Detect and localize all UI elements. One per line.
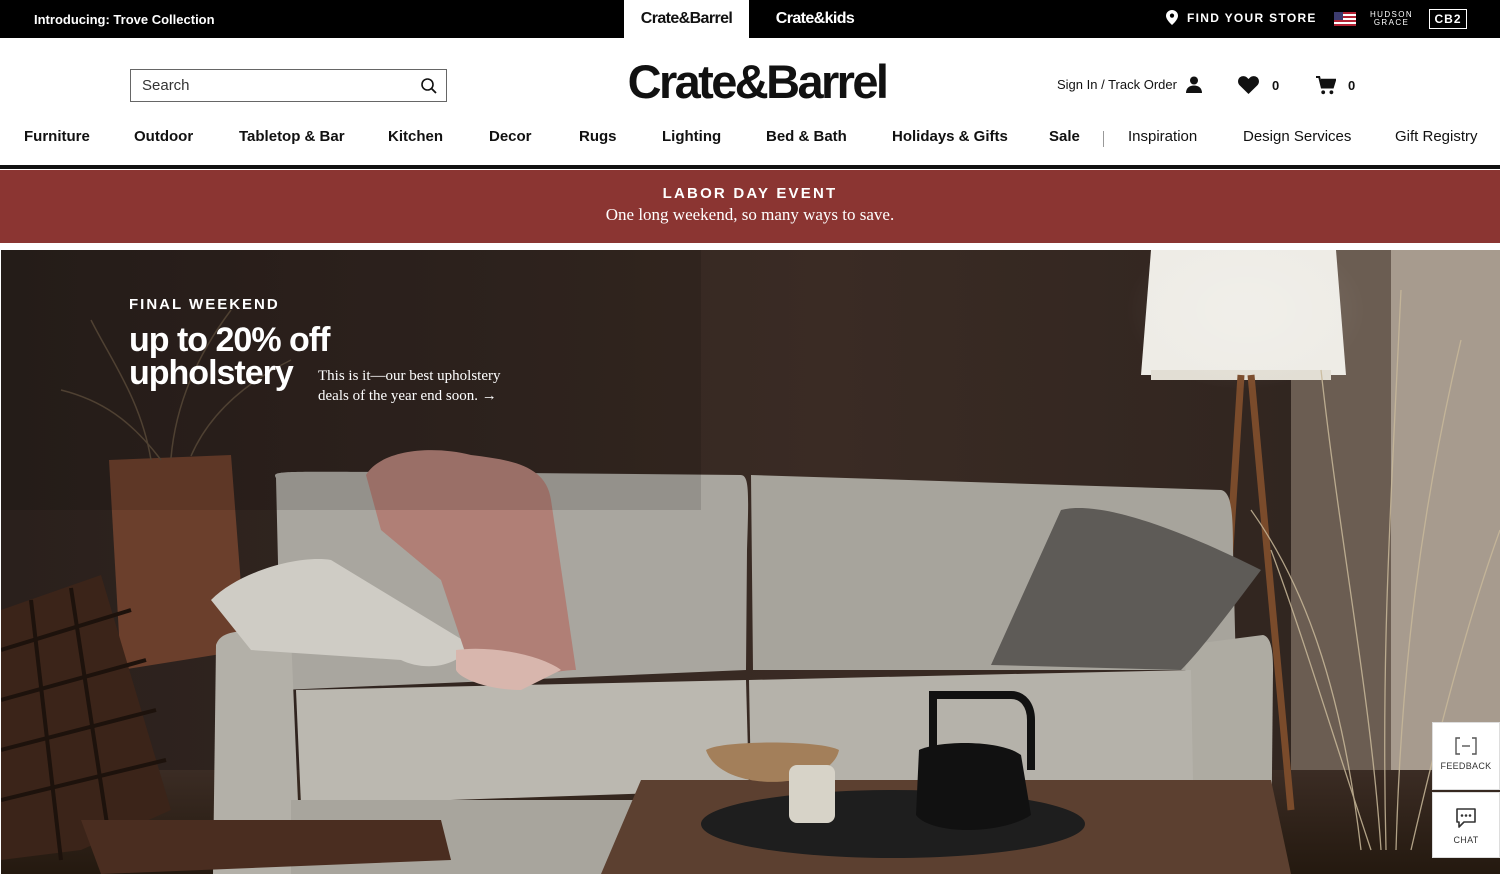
cart-link[interactable]: 0 bbox=[1316, 76, 1355, 95]
search-input[interactable] bbox=[131, 77, 411, 94]
favorites-link[interactable]: 0 bbox=[1238, 76, 1279, 94]
nav-sale[interactable]: Sale bbox=[1049, 128, 1080, 145]
cart-count: 0 bbox=[1348, 78, 1356, 93]
utility-bar: Introducing: Trove Collection Crate&Barr… bbox=[0, 0, 1500, 38]
find-store-label: FIND YOUR STORE bbox=[1187, 10, 1317, 25]
nav-tabletop-bar[interactable]: Tabletop & Bar bbox=[239, 128, 345, 145]
event-banner[interactable]: LABOR DAY EVENT One long weekend, so man… bbox=[0, 170, 1500, 243]
nav-gift-registry[interactable]: Gift Registry bbox=[1395, 128, 1478, 145]
favorites-count: 0 bbox=[1272, 77, 1280, 93]
nav-rugs[interactable]: Rugs bbox=[579, 128, 617, 145]
hero-eyebrow: FINAL WEEKEND bbox=[129, 296, 280, 313]
chat-button[interactable]: CHAT bbox=[1432, 792, 1500, 858]
nav-bed-bath[interactable]: Bed & Bath bbox=[766, 128, 847, 145]
chat-label: CHAT bbox=[1453, 835, 1479, 845]
nav-furniture[interactable]: Furniture bbox=[24, 128, 90, 145]
hudson-grace-line2: GRACE bbox=[1373, 18, 1410, 27]
nav-outdoor[interactable]: Outdoor bbox=[134, 128, 193, 145]
hero-banner[interactable]: FINAL WEEKEND up to 20% off upholstery T… bbox=[1, 250, 1500, 874]
brand-tabs: Crate&Barrel Crate&kids bbox=[624, 0, 881, 38]
sign-in-link[interactable]: Sign In / Track Order bbox=[1057, 76, 1202, 93]
site-logo[interactable]: Crate&Barrel bbox=[617, 55, 897, 109]
feedback-button[interactable]: FEEDBACK bbox=[1432, 722, 1500, 790]
location-pin-icon bbox=[1166, 10, 1178, 25]
feedback-label: FEEDBACK bbox=[1440, 761, 1492, 771]
brand-tab-crate-barrel[interactable]: Crate&Barrel bbox=[624, 0, 749, 38]
us-flag-icon[interactable] bbox=[1334, 12, 1356, 26]
heart-icon bbox=[1238, 76, 1259, 94]
nav-divider bbox=[1103, 131, 1104, 147]
cart-icon bbox=[1316, 76, 1336, 95]
event-title: LABOR DAY EVENT bbox=[662, 185, 838, 202]
nav-inspiration[interactable]: Inspiration bbox=[1128, 128, 1197, 145]
sign-in-label: Sign In / Track Order bbox=[1057, 77, 1177, 92]
nav-holidays-gifts[interactable]: Holidays & Gifts bbox=[892, 128, 1008, 145]
nav-lighting[interactable]: Lighting bbox=[662, 128, 721, 145]
chat-icon bbox=[1456, 808, 1476, 828]
hudson-grace-link[interactable]: HUDSON GRACE bbox=[1370, 11, 1413, 27]
event-subtitle: One long weekend, so many ways to save. bbox=[605, 205, 895, 224]
search-icon[interactable] bbox=[420, 77, 438, 95]
nav-kitchen[interactable]: Kitchen bbox=[388, 128, 443, 145]
promo-link[interactable]: Introducing: Trove Collection bbox=[34, 12, 215, 27]
user-icon bbox=[1185, 76, 1202, 93]
nav-decor[interactable]: Decor bbox=[489, 128, 532, 145]
search-box bbox=[130, 69, 447, 102]
nav-divider-rule bbox=[0, 165, 1500, 169]
hero-copy[interactable]: This is it—our best upholstery deals of … bbox=[318, 366, 528, 406]
cb2-link[interactable]: CB2 bbox=[1429, 9, 1467, 29]
nav-design-services[interactable]: Design Services bbox=[1243, 128, 1351, 145]
main-nav: Furniture Outdoor Tabletop & Bar Kitchen… bbox=[0, 128, 1500, 150]
brand-tab-crate-kids[interactable]: Crate&kids bbox=[749, 0, 881, 38]
feedback-icon bbox=[1455, 737, 1477, 755]
find-store-link[interactable]: FIND YOUR STORE bbox=[1166, 10, 1317, 25]
